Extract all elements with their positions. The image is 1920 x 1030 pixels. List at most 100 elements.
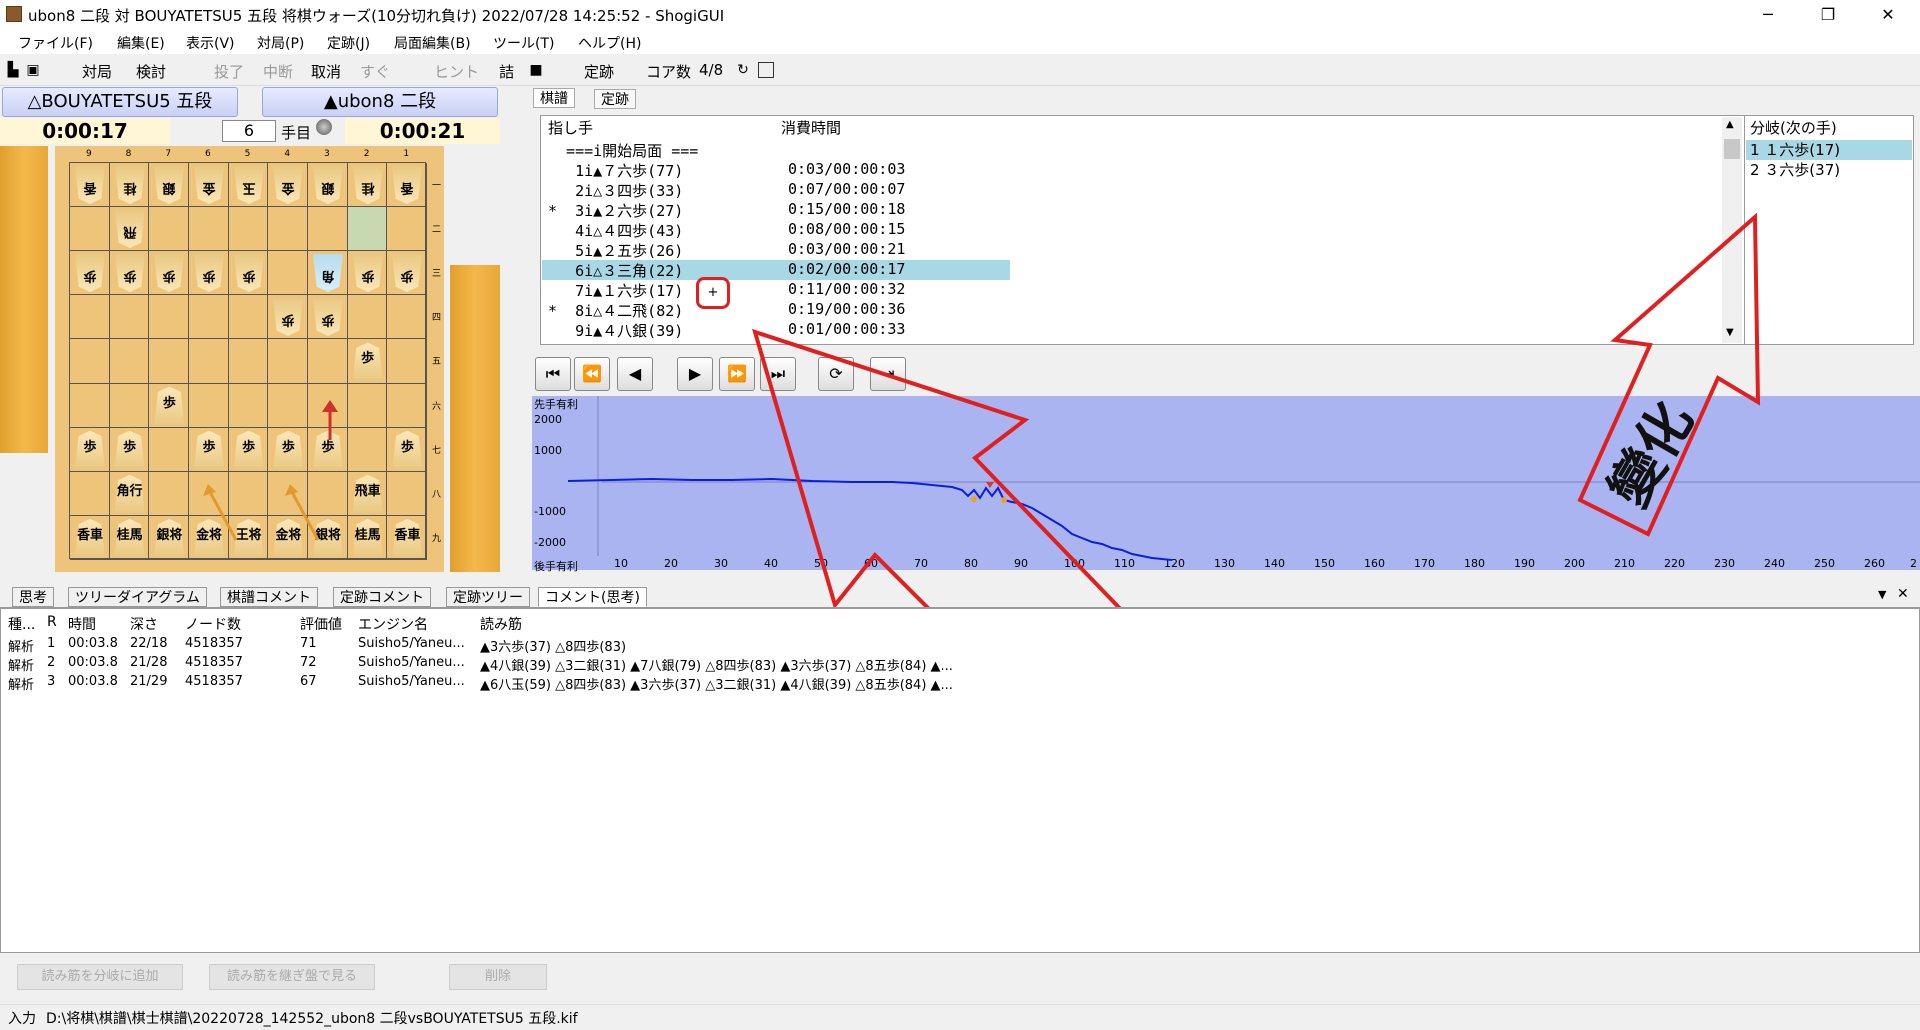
tab-kifu-comment[interactable]: 棋譜コメント [220,587,318,607]
shogi-piece[interactable]: 銀将 [313,518,344,557]
shogi-piece[interactable]: 角 [313,254,343,292]
delete-button[interactable]: 削除 [449,964,547,990]
analysis-col-header[interactable]: 深さ [130,614,158,634]
kifu-row[interactable]: * 8i△４二飛(82) 0:19/00:00:36 [542,300,1010,320]
kifu-row[interactable]: 6i△３三角(22) 0:02/00:00:17 [542,260,1010,280]
first-move-button[interactable]: ⏮ [535,357,571,391]
menu-edit[interactable]: 編集(E) [117,33,165,53]
pause-button[interactable]: 中断 [263,61,293,82]
scroll-up-icon[interactable]: ▲ [1726,119,1734,130]
board-square[interactable] [189,383,229,428]
board-square[interactable] [228,383,269,428]
shogi-piece[interactable]: 歩 [75,254,105,292]
shogi-piece[interactable]: 金将 [194,518,224,557]
branch-item[interactable]: 1 １六歩(17) [1746,140,1912,160]
shogi-piece[interactable]: 王将 [233,518,264,557]
back-button[interactable]: ◀ [617,357,653,391]
analysis-col-header[interactable]: エンジン名 [358,614,428,634]
tsume-button[interactable]: 詰 [499,61,514,82]
menu-view[interactable]: 表示(V) [186,33,235,53]
board-square[interactable] [347,295,388,340]
now-button[interactable]: すぐ [360,61,390,82]
shogi-piece[interactable]: 銀将 [154,518,185,557]
shogi-piece[interactable]: 金将 [273,518,304,557]
scroll-down-icon[interactable]: ▼ [1726,327,1734,338]
board-square[interactable] [149,339,189,384]
board-square[interactable] [149,427,189,472]
maximize-button[interactable]: ❐ [1800,0,1856,30]
dropdown-icon[interactable]: ▼ [1878,588,1886,601]
resign-button[interactable]: 投了 [214,61,244,82]
shogi-piece[interactable]: 桂 [353,166,383,204]
kifu-row[interactable]: 2i△３四歩(33) 0:07/00:00:07 [542,180,1010,200]
play-button[interactable]: 対局 [82,61,112,82]
board-square[interactable] [228,339,269,384]
review-button[interactable]: 検討 [136,61,166,82]
shogi-piece[interactable]: 香車 [392,518,423,557]
board-square[interactable] [268,383,308,428]
shogi-piece[interactable]: 歩 [115,254,145,292]
kifu-row[interactable]: 4i△４四歩(43) 0:08/00:00:15 [542,220,1010,240]
forward-10-button[interactable]: ⏩ [719,357,755,391]
board-square[interactable] [387,207,428,252]
board-square[interactable] [387,383,428,428]
shogi-board[interactable]: 香桂銀金玉金銀桂香飛歩歩歩歩歩角歩歩歩歩歩歩歩歩歩歩歩歩歩角行 飛車 香車 桂馬 銀将金… [69,162,428,560]
analysis-col-header[interactable]: 種... [8,614,35,634]
shogi-piece[interactable]: 歩 [273,430,304,469]
analysis-panel[interactable] [0,608,1920,953]
menu-tools[interactable]: ツール(T) [493,33,554,53]
tab-kifu[interactable]: 棋譜 [533,88,575,108]
kifu-row[interactable]: 1i▲７六歩(77) 0:03/00:00:03 [542,160,1010,180]
tab-joseki-tree[interactable]: 定跡ツリー [446,587,530,607]
gote-piece-stand[interactable] [0,146,48,453]
shogi-piece[interactable]: 桂馬 [114,518,145,557]
menu-game[interactable]: 対局(P) [257,33,304,53]
shogi-piece[interactable]: 金 [273,166,303,204]
joseki-button[interactable]: 定跡 [584,61,614,82]
board-square[interactable] [347,207,388,252]
shogi-piece[interactable]: 歩 [313,298,343,336]
checkbox-icon[interactable] [758,62,774,78]
branch-plus-marker[interactable]: + [696,277,730,309]
stop-icon[interactable]: ■ [528,62,544,78]
board-square[interactable] [347,383,388,428]
board-square[interactable] [308,471,348,516]
kifu-scrollbar[interactable]: ▲ ▼ [1722,117,1742,343]
board-square[interactable] [387,295,428,340]
shogi-piece[interactable]: 歩 [194,254,224,292]
rotate-icon[interactable]: ↻ [735,62,751,78]
analysis-col-header[interactable]: 読み筋 [480,614,522,634]
tab-tree-diagram[interactable]: ツリーダイアグラム [68,587,207,607]
shogi-piece[interactable]: 歩 [154,254,184,292]
last-move-button[interactable]: ⏭ [760,357,796,391]
undo-button[interactable]: 取消 [311,61,341,82]
shogi-piece[interactable]: 飛 [115,210,145,248]
back-10-button[interactable]: ⏪ [574,357,610,391]
shogi-piece[interactable]: 角行 [114,474,145,513]
forward-button[interactable]: ▶ [677,357,713,391]
board-square[interactable] [308,207,348,252]
shogi-piece[interactable]: 桂馬 [352,518,383,557]
board-square[interactable] [228,295,269,340]
kifu-row[interactable]: * 3i▲２六歩(27) 0:15/00:00:18 [542,200,1010,220]
shogi-piece[interactable]: 歩 [352,342,383,381]
tab-joseki-comment[interactable]: 定跡コメント [333,587,431,607]
board-square[interactable] [70,207,110,252]
board-square[interactable] [228,207,269,252]
board-square[interactable] [189,207,229,252]
menu-joseki[interactable]: 定跡(J) [327,33,370,53]
board-square[interactable] [149,207,189,252]
kifu-row[interactable]: 5i▲２五歩(26) 0:03/00:00:21 [542,240,1010,260]
board-square[interactable] [149,471,189,516]
shogi-piece[interactable]: 玉 [234,166,264,204]
shogi-piece[interactable]: 銀 [313,166,343,204]
shogi-piece[interactable]: 香車 [75,518,105,557]
board-square[interactable] [308,339,348,384]
board-square[interactable] [228,471,269,516]
board-square[interactable] [387,471,428,516]
board-square[interactable] [70,471,110,516]
analysis-col-header[interactable]: R [47,614,57,630]
shogi-piece[interactable]: 歩 [75,430,105,469]
shogi-piece[interactable]: 飛車 [352,474,383,513]
kifu-row[interactable]: 7i▲１六歩(17) 0:11/00:00:32 [542,280,1010,300]
